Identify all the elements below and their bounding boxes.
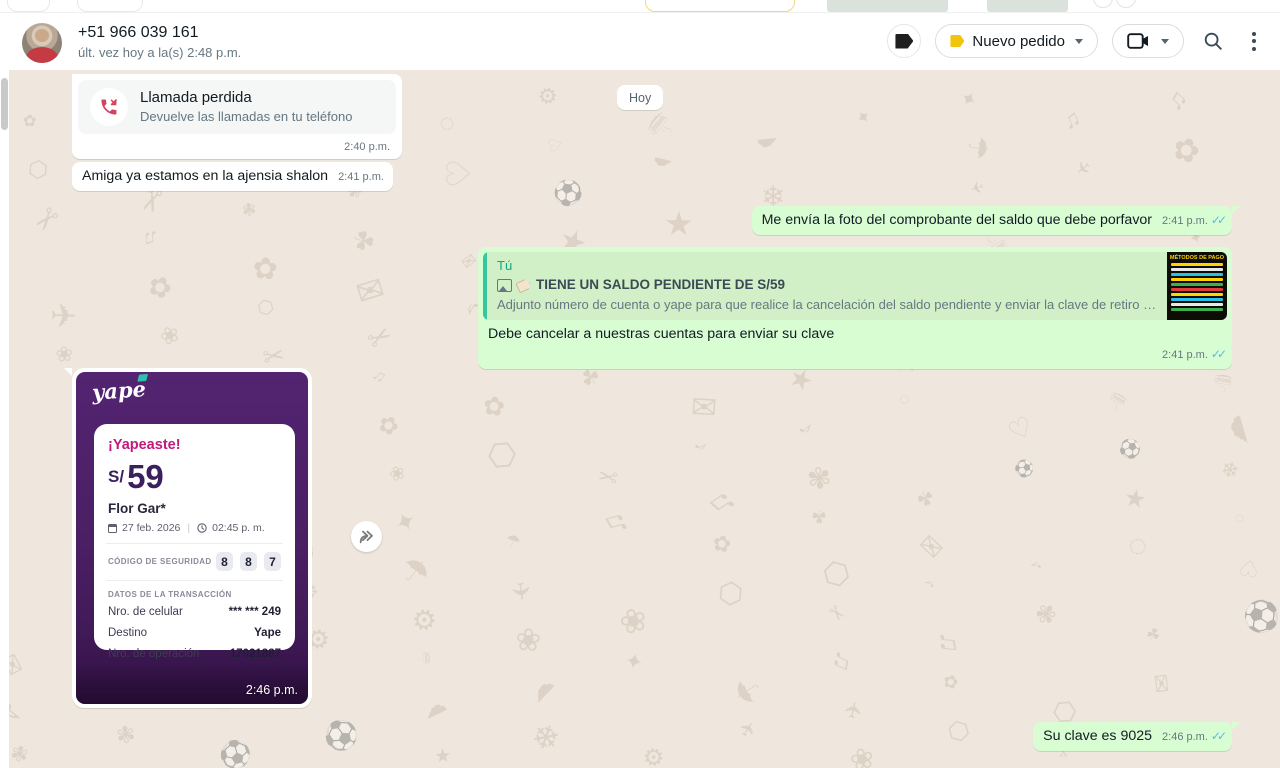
transaction-row: Nro. de operación17021887 <box>108 646 281 662</box>
outgoing-message-with-quote[interactable]: Tú TIENE UN SALDO PENDIENTE DE S/59 Adju… <box>478 247 1232 369</box>
message-text: Debe cancelar a nuestras cuentas para en… <box>483 320 1227 344</box>
message-text: Me envía la foto del comprobante del sal… <box>762 212 1152 228</box>
label-icon <box>895 34 913 49</box>
cutoff-circle <box>1116 0 1136 8</box>
new-order-button[interactable]: Nuevo pedido <box>935 24 1098 58</box>
missed-call-icon-wrap <box>90 88 128 126</box>
read-receipt-icon <box>1211 729 1223 743</box>
missed-call-card[interactable]: Llamada perdida Devuelve las llamadas en… <box>78 80 396 134</box>
chevron-down-icon <box>1075 39 1083 44</box>
quoted-message[interactable]: Tú TIENE UN SALDO PENDIENTE DE S/59 Adju… <box>483 252 1227 320</box>
message-time: 2:40 p.m. <box>344 141 390 153</box>
missed-call-texts: Llamada perdida Devuelve las llamadas en… <box>140 88 352 126</box>
video-camera-icon <box>1127 33 1149 49</box>
cutoff-block <box>987 0 1068 12</box>
missed-call-icon <box>99 97 119 117</box>
search-icon <box>1202 30 1224 52</box>
clock-icon <box>197 523 207 533</box>
quote-subtitle: Adjunto número de cuenta o yape para que… <box>497 297 1157 312</box>
conversation-panel: ✿❀☁★♪♫✈☕⚽✉✂☂⚙♡☘⬡✦❄◌✾✿❀☁★♪♫✈☕⚽✉✂☂⚙♡☘⬡✦❄◌✾… <box>0 70 1280 768</box>
incoming-message[interactable]: Amiga ya estamos en la ajensia shalon 2:… <box>72 162 393 191</box>
label-button[interactable] <box>887 24 921 58</box>
message-time: 2:41 p.m. <box>1162 213 1223 228</box>
menu-button[interactable] <box>1242 32 1266 51</box>
cutoff-chip <box>77 0 143 12</box>
chevron-down-icon <box>1161 39 1169 44</box>
cutoff-circle <box>1093 0 1113 8</box>
chat-header: +51 966 039 161 últ. vez hoy a la(s) 2:4… <box>0 13 1280 70</box>
missed-call-message[interactable]: Llamada perdida Devuelve las llamadas en… <box>72 74 402 159</box>
order-label-icon <box>950 35 964 47</box>
incoming-image-message[interactable]: yape ¡Yapeaste! S/ 59 Flor Gar* 27 feb. … <box>72 368 312 708</box>
yape-receipt-image[interactable]: yape ¡Yapeaste! S/ 59 Flor Gar* 27 feb. … <box>76 372 308 704</box>
forward-icon <box>358 530 376 544</box>
cutoff-block <box>827 0 948 12</box>
forward-button[interactable] <box>351 521 382 552</box>
quote-title: TIENE UN SALDO PENDIENTE DE S/59 <box>536 276 785 294</box>
quote-thumbnail: MÉTODOS DE PAGO <box>1167 252 1227 320</box>
security-code-digits: 8 8 7 <box>216 552 281 571</box>
outgoing-message[interactable]: Su clave es 9025 2:46 p.m. <box>1033 722 1232 751</box>
chatlist-edge <box>0 70 9 768</box>
kebab-icon <box>1252 32 1256 36</box>
receipt-amount: S/ 59 <box>108 460 281 494</box>
transaction-row: Nro. de celular*** *** 249 <box>108 604 281 620</box>
message-time: 2:41 p.m. <box>1162 349 1223 361</box>
transaction-row: DestinoYape <box>108 625 281 641</box>
read-receipt-icon <box>1211 347 1223 361</box>
last-seen-status: últ. vez hoy a la(s) 2:48 p.m. <box>78 44 241 62</box>
contact-info[interactable]: +51 966 039 161 últ. vez hoy a la(s) 2:4… <box>78 22 241 62</box>
search-button[interactable] <box>1198 26 1228 56</box>
quote-author: Tú <box>497 258 1157 273</box>
cutoff-chip <box>7 0 50 12</box>
photo-icon <box>497 279 512 292</box>
transaction-data-label: DATOS DE LA TRANSACCIÓN <box>108 590 281 599</box>
contact-name: +51 966 039 161 <box>78 22 241 44</box>
whatsapp-window: +51 966 039 161 últ. vez hoy a la(s) 2:4… <box>0 0 1280 768</box>
missed-call-subtitle: Devuelve las llamadas en tu teléfono <box>140 108 352 126</box>
receipt-datetime: 27 feb. 2026 | 02:45 p. m. <box>108 522 281 534</box>
quote-body: Tú TIENE UN SALDO PENDIENTE DE S/59 Adju… <box>487 252 1167 320</box>
quote-title-row: TIENE UN SALDO PENDIENTE DE S/59 <box>497 276 1157 294</box>
date-divider: Hoy <box>617 85 663 110</box>
scrollbar-thumb[interactable] <box>1 78 8 130</box>
yape-receipt-card: ¡Yapeaste! S/ 59 Flor Gar* 27 feb. 2026 … <box>94 424 295 650</box>
security-code-label: CÓDIGO DE SEGURIDAD <box>108 557 212 566</box>
cutoff-chip-yellow <box>645 0 795 12</box>
outgoing-message[interactable]: Me envía la foto del comprobante del sal… <box>752 206 1232 235</box>
label-tag-emoji-icon <box>515 277 532 293</box>
message-time: 2:46 p.m. <box>1162 729 1223 744</box>
missed-call-title: Llamada perdida <box>140 88 352 108</box>
calendar-icon <box>108 524 117 533</box>
message-time: 2:41 p.m. <box>338 171 384 184</box>
header-actions: Nuevo pedido <box>887 23 1266 59</box>
receipt-headline: ¡Yapeaste! <box>108 437 281 453</box>
receipt-payee: Flor Gar* <box>108 501 281 516</box>
message-text: Amiga ya estamos en la ajensia shalon <box>82 168 328 184</box>
yape-logo: yape <box>91 376 146 405</box>
contact-avatar[interactable] <box>22 23 62 63</box>
new-order-label: Nuevo pedido <box>972 33 1065 50</box>
read-receipt-icon <box>1211 213 1223 227</box>
top-remnant-strip <box>0 0 1280 13</box>
security-code-row: CÓDIGO DE SEGURIDAD 8 8 7 <box>108 552 281 571</box>
message-time: 2:46 p.m. <box>246 683 298 697</box>
message-text: Su clave es 9025 <box>1043 728 1152 744</box>
video-call-button[interactable] <box>1112 24 1184 58</box>
